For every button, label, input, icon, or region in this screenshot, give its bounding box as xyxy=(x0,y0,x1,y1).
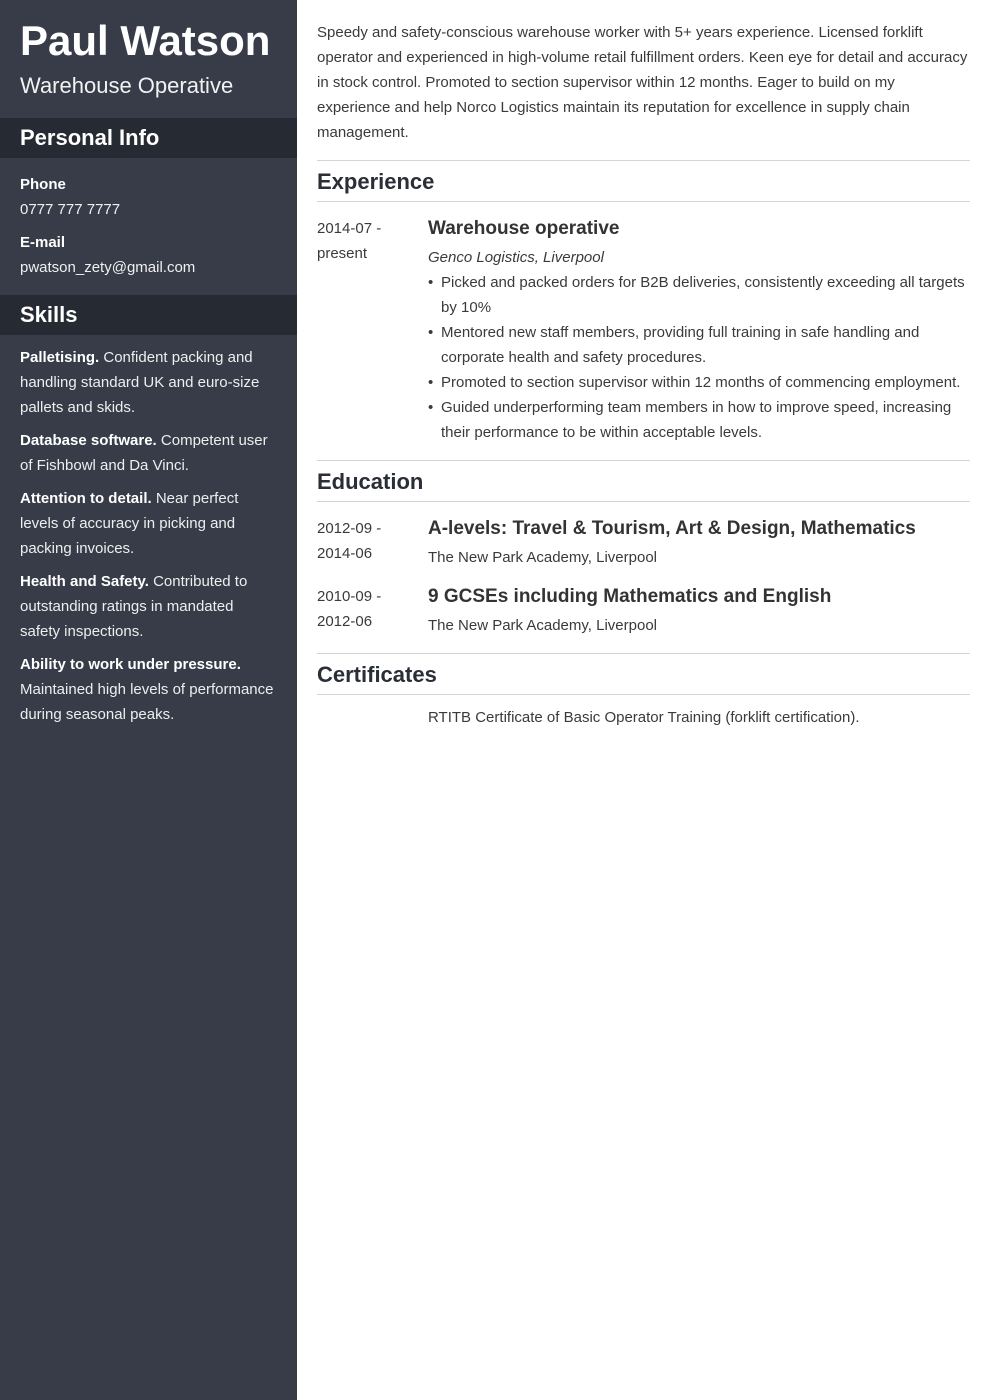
education-heading: Education xyxy=(317,461,970,502)
bullet-text: Picked and packed orders for B2B deliver… xyxy=(441,274,965,316)
certificate-entry: RTITB Certificate of Basic Operator Trai… xyxy=(317,705,970,730)
candidate-name: Paul Watson xyxy=(20,17,271,64)
skills-list: Palletising. Confident packing and handl… xyxy=(0,335,297,727)
personal-info-heading: Personal Info xyxy=(0,118,297,158)
degree: 9 GCSEs including Mathematics and Englis… xyxy=(428,586,832,607)
skill-item: Database software. Competent user of Fis… xyxy=(20,428,277,478)
date-start: 2010-09 - xyxy=(317,588,382,605)
list-item: • Promoted to section supervisor within 1… xyxy=(428,370,970,395)
skill-item: Palletising. Confident packing and handl… xyxy=(20,345,277,420)
date-start: 2014-07 - xyxy=(317,220,382,237)
skill-name: Database software. xyxy=(20,432,157,449)
skill-item: Ability to work under pressure. Maintain… xyxy=(20,652,277,727)
list-item: • Mentored new staff members, providing f… xyxy=(428,320,970,370)
bullet-icon: • xyxy=(428,374,434,391)
main-content: Speedy and safety-conscious warehouse wo… xyxy=(317,0,970,730)
phone-value: 0777 777 7777 xyxy=(20,201,121,218)
experience-heading: Experience xyxy=(317,161,970,202)
sidebar: Paul Watson Warehouse Operative Personal… xyxy=(0,0,297,1400)
date-start: 2012-09 - xyxy=(317,520,382,537)
job-role: Warehouse operative xyxy=(428,218,620,239)
skill-name: Ability to work under pressure. xyxy=(20,656,241,673)
bullet-text: Promoted to section supervisor within 12… xyxy=(441,374,961,391)
phone-label: Phone xyxy=(20,176,66,193)
skill-item: Health and Safety. Contributed to outsta… xyxy=(20,569,277,644)
school: The New Park Academy, Liverpool xyxy=(428,549,657,566)
entry-body: 9 GCSEs including Mathematics and Englis… xyxy=(428,584,970,638)
bullet-icon: • xyxy=(428,324,434,341)
job-title: Warehouse Operative xyxy=(20,73,234,98)
profile-summary: Speedy and safety-conscious warehouse wo… xyxy=(317,20,970,161)
date-end: 2014-06 xyxy=(317,545,373,562)
company: Genco Logistics, Liverpool xyxy=(428,249,604,266)
responsibilities-list: • Picked and packed orders for B2B delive… xyxy=(428,270,970,445)
certificates-heading: Certificates xyxy=(317,654,970,695)
list-item: • Picked and packed orders for B2B delive… xyxy=(428,270,970,320)
education-entry: 2010-09 - 2012-06 9 GCSEs including Math… xyxy=(317,584,970,638)
certificate-text: RTITB Certificate of Basic Operator Trai… xyxy=(428,709,860,726)
skills-heading: Skills xyxy=(0,295,297,335)
entry-date: 2014-07 - present xyxy=(317,216,428,445)
entry-date: 2010-09 - 2012-06 xyxy=(317,584,428,638)
bullet-icon: • xyxy=(428,274,434,291)
skill-description: Maintained high levels of performance du… xyxy=(20,681,274,723)
personal-info: Phone 0777 777 7777 E-mail pwatson_zety@… xyxy=(0,158,297,295)
school: The New Park Academy, Liverpool xyxy=(428,617,657,634)
bullet-icon: • xyxy=(428,399,434,416)
bullet-text: Guided underperforming team members in h… xyxy=(441,399,952,441)
skill-name: Health and Safety. xyxy=(20,573,149,590)
skill-item: Attention to detail. Near perfect levels… xyxy=(20,486,277,561)
bullet-text: Mentored new staff members, providing fu… xyxy=(441,324,920,366)
email-value: pwatson_zety@gmail.com xyxy=(20,259,196,276)
date-end: 2012-06 xyxy=(317,613,373,630)
list-item: • Guided underperforming team members in … xyxy=(428,395,970,445)
experience-entry: 2014-07 - present Warehouse operative Ge… xyxy=(317,216,970,445)
education-entry: 2012-09 - 2014-06 A-levels: Travel & Tou… xyxy=(317,516,970,570)
entry-body: Warehouse operative Genco Logistics, Liv… xyxy=(428,216,970,445)
entry-date: 2012-09 - 2014-06 xyxy=(317,516,428,570)
date-end: present xyxy=(317,245,368,262)
skill-name: Palletising. xyxy=(20,349,100,366)
entry-body: A-levels: Travel & Tourism, Art & Design… xyxy=(428,516,970,570)
skill-name: Attention to detail. xyxy=(20,490,152,507)
certificate-date-spacer xyxy=(317,705,428,730)
degree: A-levels: Travel & Tourism, Art & Design… xyxy=(428,518,916,539)
email-label: E-mail xyxy=(20,234,66,251)
